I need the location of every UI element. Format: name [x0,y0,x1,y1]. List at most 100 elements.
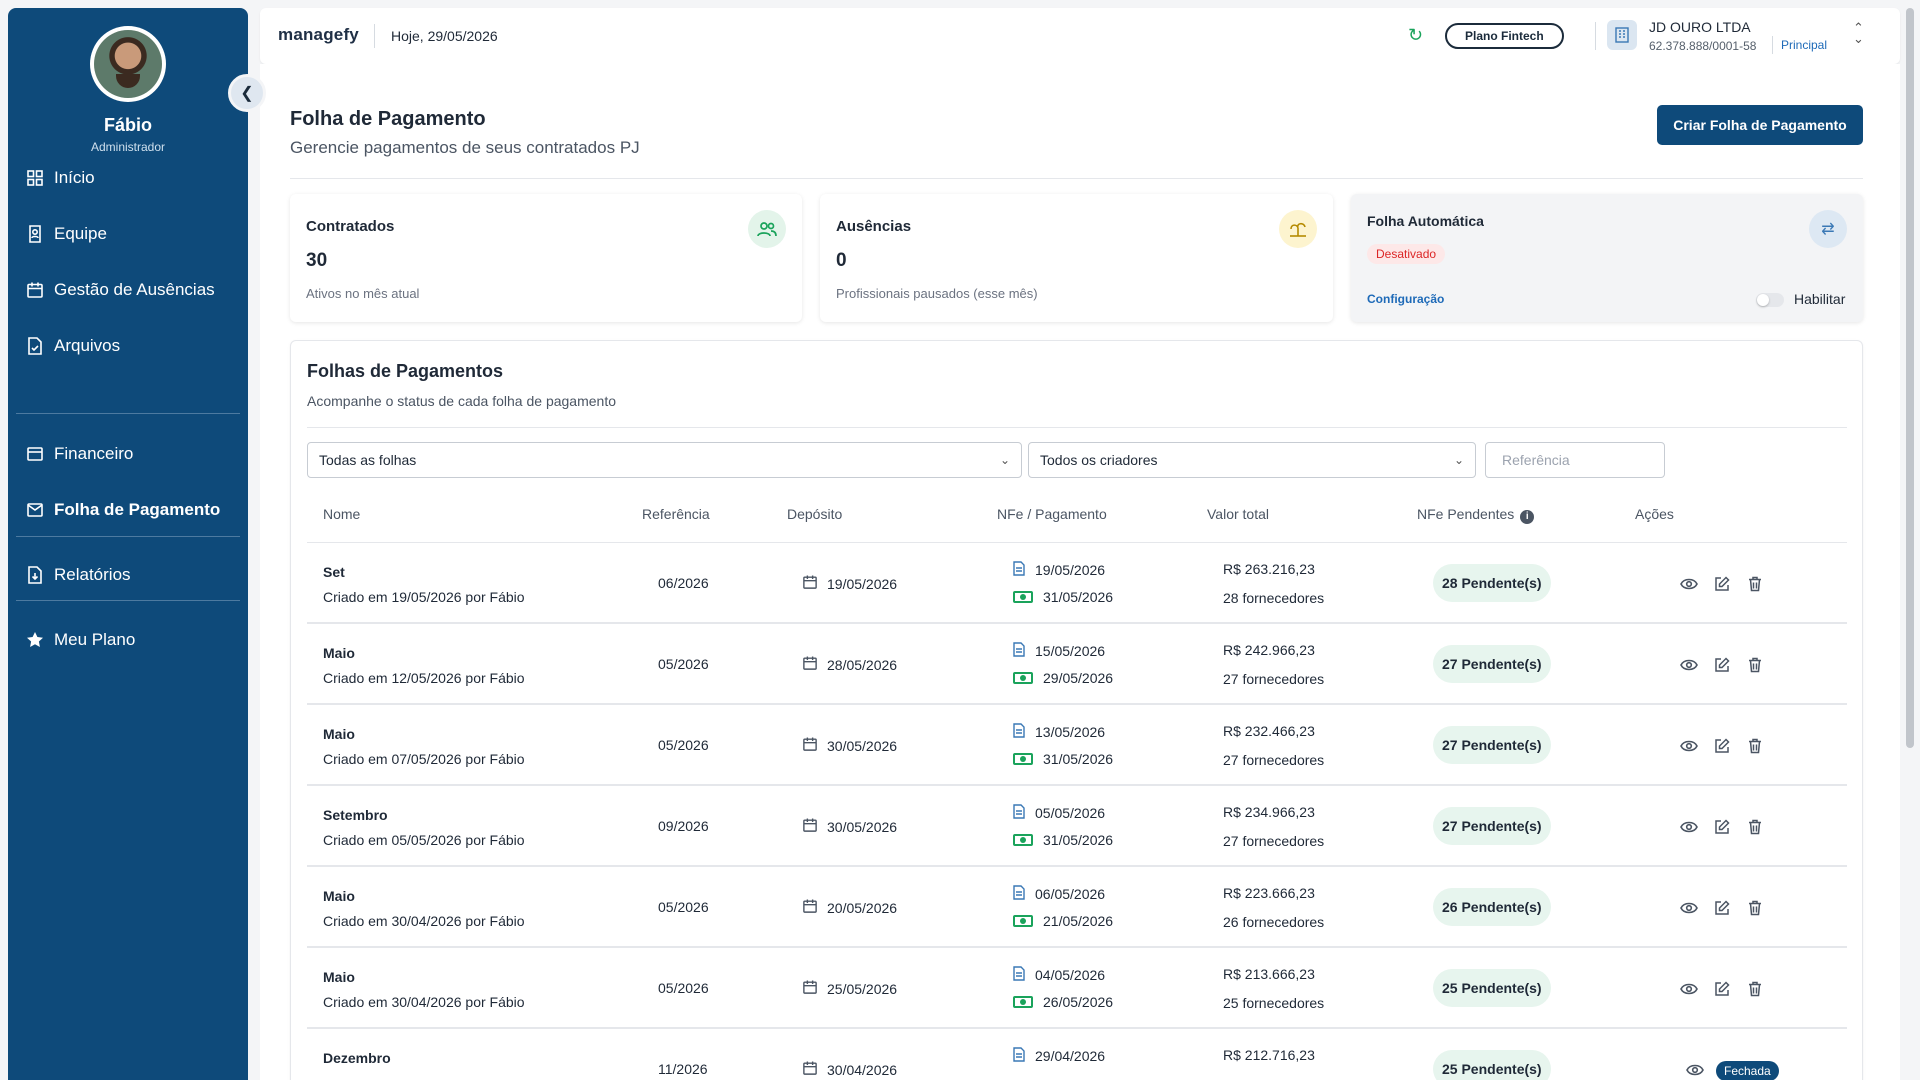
refresh-icon[interactable]: ⇄ [1809,210,1847,248]
nfe-date: 06/05/2026 [1035,886,1106,902]
pending-badge: 28 Pendente(s) [1433,564,1551,602]
table-row[interactable]: Maio Criado em 30/04/2026 por Fábio 05/2… [307,948,1847,1029]
trash-icon[interactable] [1744,735,1766,757]
info-icon[interactable]: i [1520,510,1535,524]
row-payment: 29/05/2026 [1013,670,1113,686]
column-header-nfe: NFe / Pagamento [997,506,1107,522]
row-name: Maio [323,645,355,661]
table-row[interactable]: Maio Criado em 12/05/2026 por Fábio 05/2… [307,624,1847,705]
column-header-referencia: Referência [642,506,710,522]
eye-icon[interactable] [1684,1059,1706,1080]
payment-date: 31/05/2026 [1043,832,1114,848]
sidebar-item-ausencias[interactable]: Gestão de Ausências [26,278,215,302]
calendar-icon [803,737,817,754]
company-name[interactable]: JD OURO LTDA [1649,19,1751,35]
eye-icon[interactable] [1678,816,1700,838]
logo[interactable]: managefy [278,25,359,45]
sidebar-item-financeiro[interactable]: Financeiro [26,442,133,466]
cash-icon [1013,672,1033,684]
grid-icon [26,169,44,187]
avatar[interactable] [90,26,166,102]
eye-icon[interactable] [1678,654,1700,676]
row-suppliers: 27 fornecedores [1223,833,1325,849]
cash-icon [1013,591,1033,603]
row-suppliers: 27 fornecedores [1223,671,1325,687]
deposit-date: 30/05/2026 [827,737,898,754]
chevron-left-icon: ❮ [240,85,254,102]
collapse-sidebar-button[interactable]: ❮ [228,74,266,112]
card-title: Contratados [306,218,395,235]
column-header-nome: Nome [323,506,361,522]
select-value: Todos os criadores [1040,452,1158,468]
nfe-date: 04/05/2026 [1035,967,1106,983]
row-value: R$ 242.966,23 [1223,642,1315,658]
filter-sheets-select[interactable]: Todas as folhas ⌄ [307,442,1022,478]
eye-icon[interactable] [1678,897,1700,919]
edit-icon[interactable] [1711,654,1733,676]
edit-icon[interactable] [1711,978,1733,1000]
trash-icon[interactable] [1744,897,1766,919]
calendar-icon [803,656,817,673]
reference-input[interactable] [1485,442,1665,478]
trash-icon[interactable] [1744,654,1766,676]
row-reference: 09/2026 [658,818,709,834]
header-divider [290,178,1863,179]
row-deposit: 20/05/2026 [803,899,897,916]
table-row[interactable]: Set Criado em 19/05/2026 por Fábio 06/20… [307,543,1847,624]
row-deposit: 30/04/2026 [803,1061,897,1078]
trash-icon[interactable] [1744,573,1766,595]
table-row[interactable]: Dezembro 11/2026 30/04/2026 29/04/2026 R… [307,1029,1847,1080]
trash-icon[interactable] [1744,816,1766,838]
card-value: 30 [306,250,328,271]
filter-creators-select[interactable]: Todos os criadores ⌄ [1028,442,1476,478]
topbar-divider [374,24,375,48]
eye-icon[interactable] [1678,735,1700,757]
edit-icon[interactable] [1711,816,1733,838]
payment-date: 29/05/2026 [1043,670,1114,686]
edit-icon[interactable] [1711,735,1733,757]
sidebar-item-arquivos[interactable]: Arquivos [26,334,120,358]
row-name: Maio [323,969,355,985]
row-reference: 05/2026 [658,980,709,996]
sidebar-item-folha[interactable]: Folha de Pagamento [26,498,220,522]
scrollbar[interactable] [1906,8,1914,748]
table-row[interactable]: Maio Criado em 07/05/2026 por Fábio 05/2… [307,705,1847,786]
config-link[interactable]: Configuração [1367,292,1444,306]
row-deposit: 19/05/2026 [803,575,897,592]
row-nfe: 04/05/2026 [1013,966,1105,984]
sidebar-item-meu-plano[interactable]: Meu Plano [26,628,135,652]
page-subtitle: Gerencie pagamentos de seus contratados … [290,138,640,157]
nfe-date: 29/04/2026 [1035,1048,1106,1064]
deposit-date: 20/05/2026 [827,899,898,916]
download-icon [26,566,44,584]
eye-icon[interactable] [1678,978,1700,1000]
eye-icon[interactable] [1678,573,1700,595]
wallet-icon [26,445,44,463]
table-row[interactable]: Setembro Criado em 05/05/2026 por Fábio … [307,786,1847,867]
card-folha-automatica: Folha Automática Desativado Configuração… [1351,194,1863,322]
select-value: Todas as folhas [319,452,417,468]
sidebar-item-relatorios[interactable]: Relatórios [26,563,131,587]
document-icon [1013,804,1025,822]
edit-icon[interactable] [1711,897,1733,919]
calendar-icon [803,899,817,916]
trash-icon[interactable] [1744,978,1766,1000]
sidebar-item-label: Folha de Pagamento [54,500,221,519]
plan-badge[interactable]: Plano Fintech [1445,23,1564,49]
chevron-updown-icon[interactable]: ⌃ ⌄ [1853,21,1864,45]
nfe-date: 19/05/2026 [1035,562,1106,578]
pending-badge: 26 Pendente(s) [1433,888,1551,926]
card-contratados: Contratados 30 Ativos no mês atual [290,194,802,322]
sync-icon[interactable]: ↻ [1408,25,1423,46]
table-row[interactable]: Maio Criado em 30/04/2026 por Fábio 05/2… [307,867,1847,948]
sidebar-item-inicio[interactable]: Início [26,166,95,190]
payment-date: 21/05/2026 [1043,913,1114,929]
create-payroll-button[interactable]: Criar Folha de Pagamento [1657,105,1863,145]
row-reference: 11/2026 [658,1061,708,1077]
pending-badge: 27 Pendente(s) [1433,645,1551,683]
sidebar-item-equipe[interactable]: Equipe [26,222,107,246]
row-name: Set [323,564,345,580]
edit-icon[interactable] [1711,573,1733,595]
row-payment: 31/05/2026 [1013,589,1113,605]
auto-payroll-toggle[interactable] [1756,293,1784,307]
